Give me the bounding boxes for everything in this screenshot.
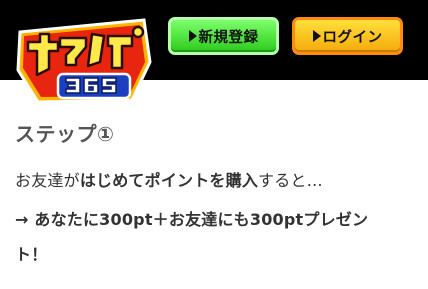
login-button-label: ログイン [322,29,383,46]
intro-emphasis: はじめてポイントを購入 [79,171,259,190]
reward-text-line1: → あなたに300pt＋お友達にも300ptプレゼン [15,210,369,229]
login-button[interactable]: ログイン [292,17,403,55]
register-button-label: 新規登録 [198,29,259,46]
logo-icon [16,18,152,104]
intro-suffix: すると… [258,171,323,190]
step-title: ステップ① [15,122,115,146]
reward-text-line2: ト！ [15,245,48,264]
intro-text: お友達がはじめてポイントを購入すると… [15,167,323,191]
intro-prefix: お友達が [15,171,80,190]
site-header: 新規登録 ログイン [0,0,428,104]
site-logo[interactable] [14,12,154,104]
play-arrow-icon [312,30,321,42]
register-button[interactable]: 新規登録 [168,17,279,55]
play-arrow-icon [188,30,197,42]
